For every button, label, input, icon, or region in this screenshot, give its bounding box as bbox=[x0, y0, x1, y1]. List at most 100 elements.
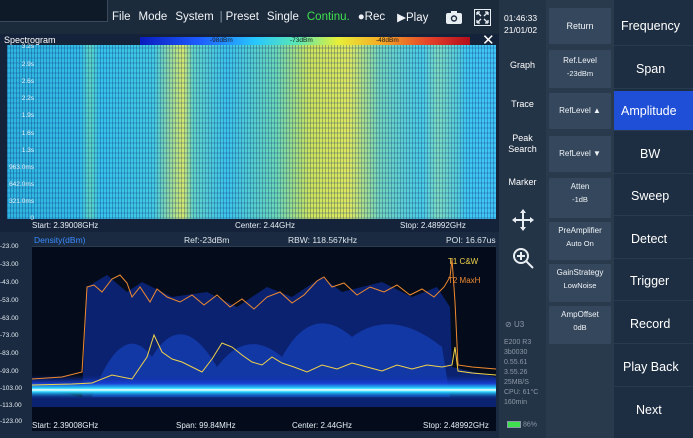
y-tick: 2.9s bbox=[21, 61, 34, 68]
usb-icon: ⊘ bbox=[505, 320, 512, 329]
trace2-legend: T2 MaxH bbox=[448, 276, 481, 285]
gain-strategy-button[interactable]: GainStrategy LowNoise bbox=[549, 264, 611, 302]
colorbar-label: -48dBm bbox=[376, 37, 399, 44]
atten-label: Atten bbox=[570, 182, 590, 191]
y-tick: -73.00 bbox=[0, 332, 19, 339]
y-tick: -63.00 bbox=[0, 315, 19, 322]
y-tick: -123.00 bbox=[0, 418, 23, 425]
sysinfo-line: E200 R3 bbox=[504, 339, 532, 346]
return-button[interactable]: Return bbox=[549, 8, 611, 44]
ref-level-up-button[interactable]: RefLevel ▲ bbox=[549, 93, 611, 129]
density-start: Start: 2.39008GHz bbox=[32, 421, 99, 430]
spectrogram-panel: Spectrogram -98dBm -73dBm -48dBm ✕ 3.2s … bbox=[0, 33, 499, 232]
y-tick: -53.00 bbox=[0, 297, 19, 304]
y-tick: -83.00 bbox=[0, 350, 19, 357]
density-stop: Stop: 2.48992GHz bbox=[423, 421, 489, 430]
poi-readout: POI: 16.67us bbox=[446, 235, 496, 245]
top-menu-bar: File Mode System | Preset Single Continu… bbox=[0, 0, 499, 34]
ref-level-down-button[interactable]: RefLevel ▼ bbox=[549, 136, 611, 172]
usb-status: ⊘ U3 bbox=[505, 320, 524, 329]
density-trace-svg bbox=[31, 247, 497, 431]
density-plot[interactable]: T1 C&W T2 MaxH bbox=[31, 246, 497, 431]
atten-value: -1dB bbox=[572, 195, 588, 204]
menu-continuous[interactable]: Continu. bbox=[307, 11, 350, 23]
menu-preset[interactable]: Preset bbox=[226, 11, 259, 23]
peak-search-button[interactable]: Peak Search bbox=[499, 133, 546, 155]
marker-button[interactable]: Marker bbox=[499, 177, 546, 188]
reference-level: Ref:-23dBm bbox=[184, 235, 230, 245]
amp-offset-button[interactable]: AmpOffset 0dB bbox=[549, 306, 611, 344]
spectrogram-start: Start: 2.39008GHz bbox=[32, 221, 99, 230]
y-tick: 2.2s bbox=[21, 95, 34, 102]
menu-next[interactable]: Next bbox=[614, 390, 693, 430]
menu-record[interactable]: Record bbox=[614, 304, 693, 344]
y-tick: 3.2s bbox=[21, 43, 34, 50]
y-tick: 2.6s bbox=[21, 78, 34, 85]
preamp-value: Auto On bbox=[566, 239, 594, 248]
spectrogram-stop: Stop: 2.48992GHz bbox=[400, 221, 466, 230]
trace-button[interactable]: Trace bbox=[499, 99, 546, 110]
trace1-legend: T1 C&W bbox=[448, 257, 479, 266]
menu-play-back[interactable]: Play Back bbox=[614, 347, 693, 387]
y-tick: 321.0ms bbox=[9, 198, 34, 205]
menu-span[interactable]: Span bbox=[614, 49, 693, 89]
menu-separator: | bbox=[219, 11, 223, 23]
zoom-in-icon[interactable] bbox=[511, 246, 535, 270]
fullscreen-button[interactable] bbox=[472, 8, 492, 26]
graph-button[interactable]: Graph bbox=[499, 60, 546, 71]
status-column: 01:46:33 21/01/02 Graph Trace Peak Searc… bbox=[499, 0, 546, 438]
colorbar-label: -98dBm bbox=[210, 37, 233, 44]
sysinfo-line: 160min bbox=[504, 399, 527, 406]
analyzer-app: File Mode System | Preset Single Continu… bbox=[0, 0, 693, 438]
colorbar: -98dBm -73dBm -48dBm bbox=[140, 37, 470, 45]
menu-amplitude[interactable]: Amplitude bbox=[614, 91, 693, 131]
y-tick: 963.0ms bbox=[9, 164, 34, 171]
y-tick: -33.00 bbox=[0, 261, 19, 268]
preamp-label: PreAmplifier bbox=[558, 226, 602, 235]
ampoffset-value: 0dB bbox=[573, 323, 587, 332]
noise-floor-band bbox=[32, 375, 496, 399]
atten-button[interactable]: Atten -1dB bbox=[549, 178, 611, 218]
y-tick: 1.6s bbox=[21, 130, 34, 137]
sysinfo-line: 3.55.26 bbox=[504, 369, 528, 376]
menu-detect[interactable]: Detect bbox=[614, 219, 693, 259]
play-label: Play bbox=[405, 12, 429, 24]
menu-file[interactable]: File bbox=[112, 11, 131, 23]
y-tick: 1.9s bbox=[21, 112, 34, 119]
softkey-column: Return Ref.Level -23dBm RefLevel ▲ RefLe… bbox=[546, 0, 614, 438]
battery-level: 86% bbox=[522, 421, 537, 429]
y-tick: -23.00 bbox=[0, 243, 19, 250]
y-tick: 1.3s bbox=[21, 147, 34, 154]
preamplifier-button[interactable]: PreAmplifier Auto On bbox=[549, 222, 611, 260]
density-center: Center: 2.44GHz bbox=[292, 421, 353, 430]
play-button[interactable]: ▶Play bbox=[397, 10, 428, 24]
screenshot-button[interactable] bbox=[444, 8, 464, 26]
clock: 01:46:33 21/01/02 bbox=[504, 12, 537, 36]
ampoffset-label: AmpOffset bbox=[561, 310, 599, 319]
spectrogram-image[interactable] bbox=[7, 45, 496, 219]
time: 01:46:33 bbox=[504, 13, 538, 23]
rec-label: Rec bbox=[364, 11, 386, 23]
colorbar-label: -73dBm bbox=[290, 37, 313, 44]
system-info: E200 R3 3b0030 0.55.61 3.55.26 25MB/S CP… bbox=[504, 338, 538, 408]
menu-single[interactable]: Single bbox=[267, 11, 299, 23]
sysinfo-line: 0.55.61 bbox=[504, 359, 528, 366]
move-icon[interactable] bbox=[511, 208, 535, 232]
density-title: Density(dBm) bbox=[34, 235, 86, 245]
menu-sweep[interactable]: Sweep bbox=[614, 176, 693, 216]
y-tick: -43.00 bbox=[0, 279, 19, 286]
main-menu: Frequency Span Amplitude BW Sweep Detect… bbox=[614, 0, 693, 438]
menu-bw[interactable]: BW bbox=[614, 134, 693, 174]
density-panel: Density(dBm) Ref:-23dBm RBW: 118.567kHz … bbox=[0, 232, 499, 438]
menu-frequency[interactable]: Frequency bbox=[614, 6, 693, 46]
menu-mode[interactable]: Mode bbox=[139, 11, 168, 23]
date: 21/01/02 bbox=[504, 25, 538, 35]
ref-level-label: Ref.Level bbox=[563, 56, 597, 65]
rec-button[interactable]: ●Rec bbox=[358, 11, 385, 23]
menu-trigger[interactable]: Trigger bbox=[614, 261, 693, 301]
camera-icon bbox=[446, 10, 463, 24]
ref-level-button[interactable]: Ref.Level -23dBm bbox=[549, 50, 611, 88]
usb-label: U3 bbox=[513, 320, 525, 329]
menu-system[interactable]: System bbox=[175, 11, 213, 23]
y-tick: -103.00 bbox=[0, 385, 23, 392]
